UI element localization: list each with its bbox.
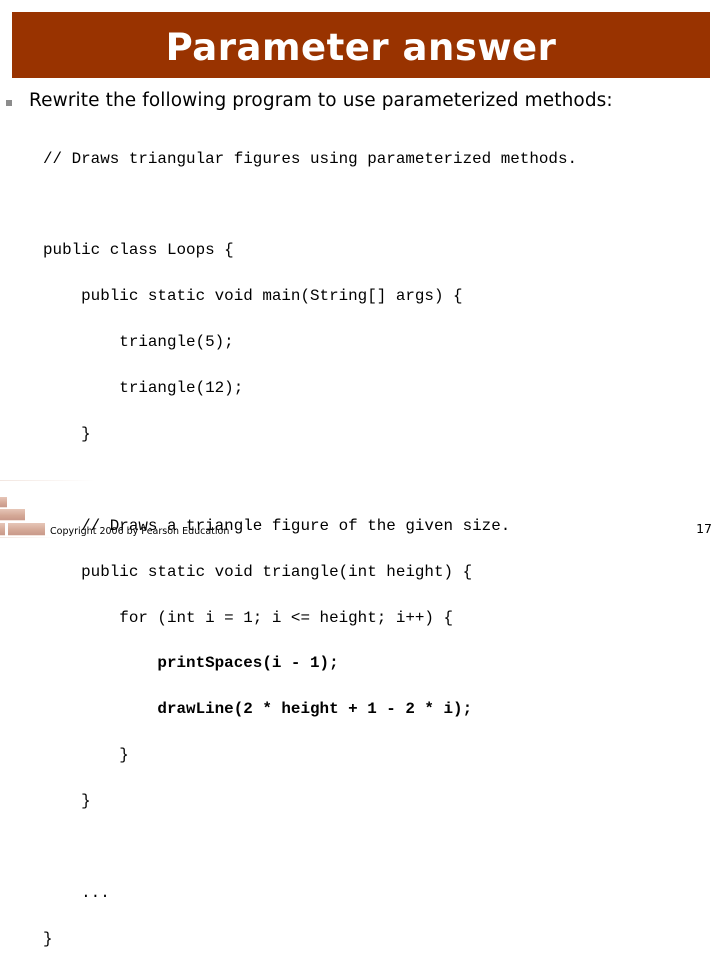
code-line: ... [43, 883, 110, 902]
bullet-item: Rewrite the following program to use par… [0, 88, 720, 114]
copyright-text: Copyright 2006 by Pearson Education [50, 526, 230, 537]
square-bullet-icon [6, 100, 12, 106]
code-line: } [43, 746, 129, 765]
code-line: public class Loops { [43, 241, 234, 260]
title-bar: Parameter answer [12, 12, 710, 78]
code-line: drawLine(2 * height + 1 - 2 * i); [43, 700, 473, 719]
code-line: public static void triangle(int height) … [43, 562, 473, 581]
code-line: } [43, 792, 91, 811]
code-line: for (int i = 1; i <= height; i++) { [43, 608, 454, 627]
code-line: } [43, 424, 91, 443]
code-block: // Draws triangular figures using parame… [43, 121, 577, 962]
code-line: } [43, 929, 53, 948]
bullet-text: Rewrite the following program to use par… [29, 90, 613, 111]
code-line: triangle(5); [43, 333, 234, 352]
code-line: printSpaces(i - 1); [43, 654, 339, 673]
slide-title: Parameter answer [165, 25, 557, 69]
code-line: triangle(12); [43, 379, 244, 398]
brick-wall-icon [0, 480, 95, 540]
page-number: 17 [696, 521, 712, 536]
code-line: // Draws triangular figures using parame… [43, 149, 578, 168]
code-line: public static void main(String[] args) { [43, 287, 463, 306]
